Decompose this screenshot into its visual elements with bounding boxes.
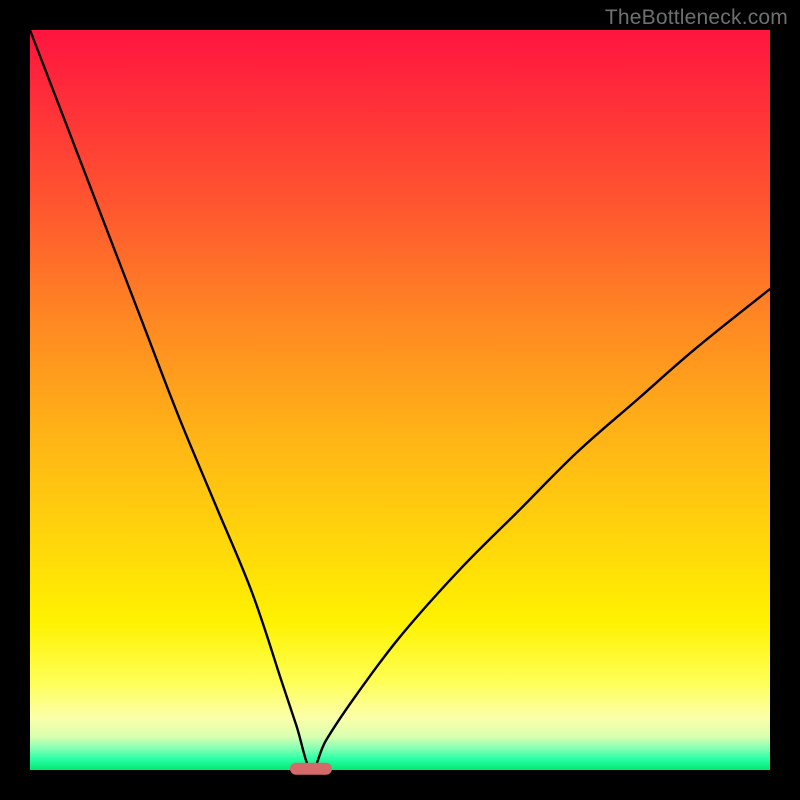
curve-svg (30, 30, 770, 770)
plot-area (30, 30, 770, 770)
bottleneck-curve-path (30, 30, 770, 770)
outer-frame: TheBottleneck.com (0, 0, 800, 800)
watermark-text: TheBottleneck.com (605, 6, 788, 30)
min-marker (290, 763, 332, 775)
